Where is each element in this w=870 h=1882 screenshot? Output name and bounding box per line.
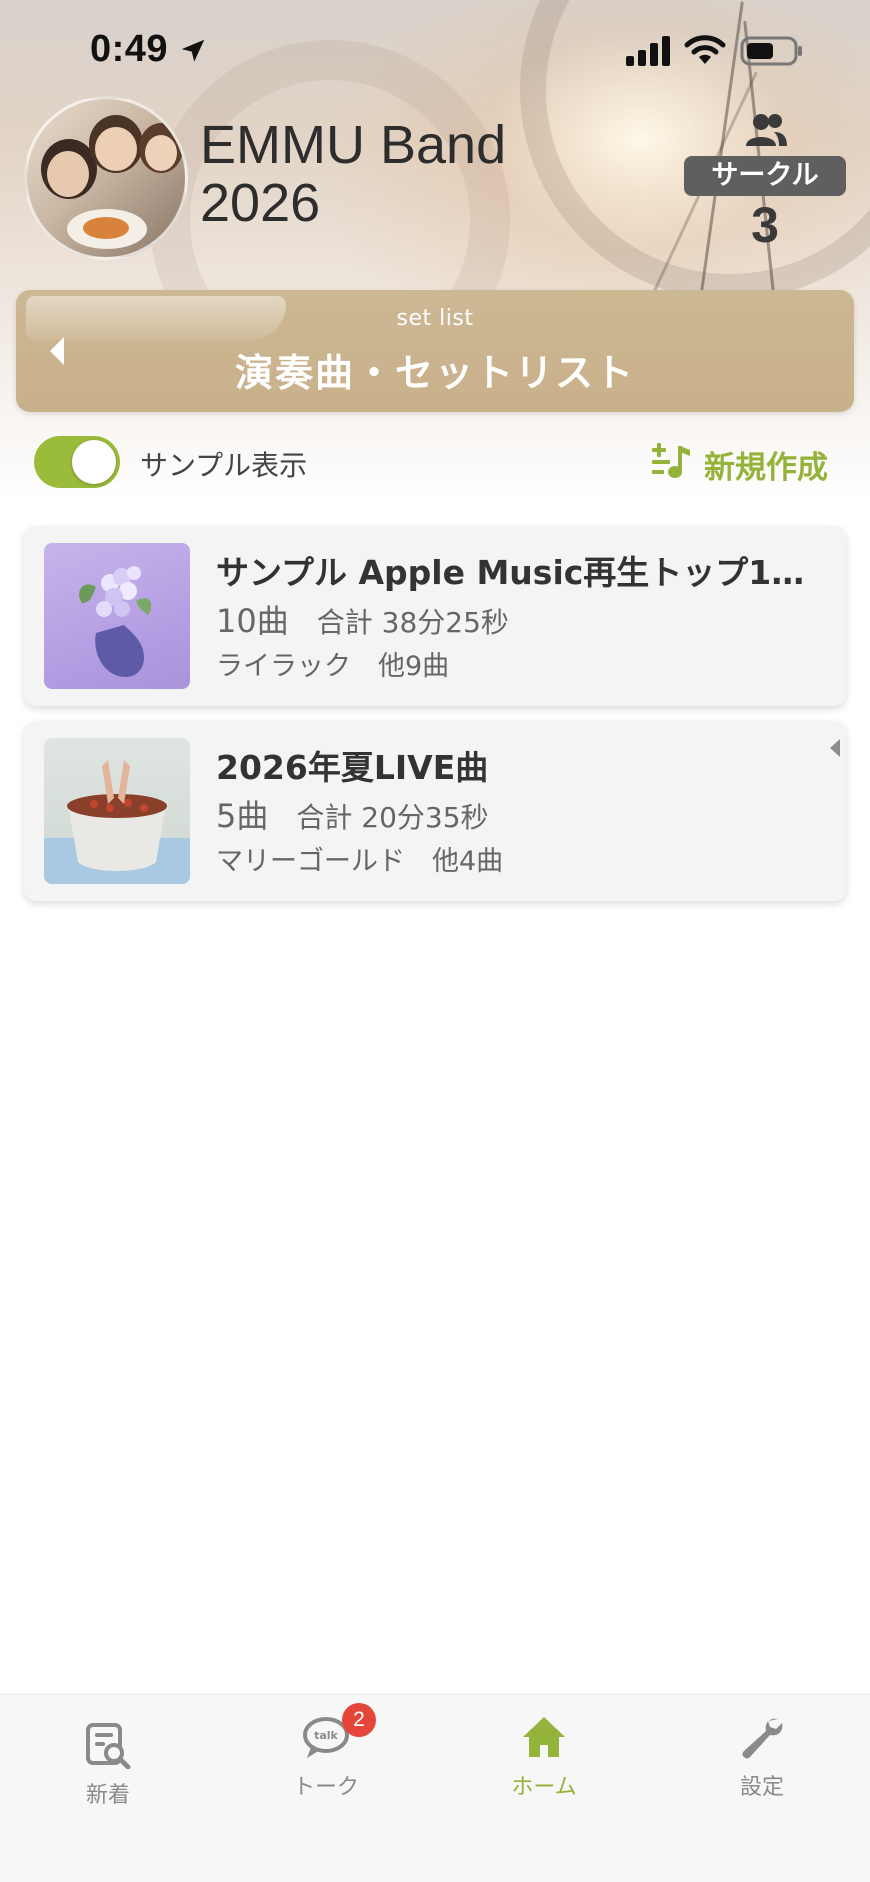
member-count: 3 (751, 197, 779, 253)
wrench-icon (742, 1718, 783, 1759)
tab-talk[interactable]: talk 2 トーク (246, 1703, 406, 1813)
total-duration: 合計 38分25秒 (316, 606, 509, 639)
banner-title: 演奏曲・セットリスト (234, 351, 635, 395)
status-time: 0:49 (90, 28, 169, 70)
setlist-meta: 10曲 合計 38分25秒 (216, 596, 509, 642)
tab-news[interactable]: 新着 (28, 1721, 188, 1821)
wifi-icon (684, 35, 726, 64)
tab-home[interactable]: ホーム (464, 1713, 624, 1813)
band-avatar[interactable] (24, 96, 188, 260)
news-search-icon (86, 1723, 131, 1769)
album-artwork (44, 738, 190, 884)
tab-settings-label: 設定 (739, 1775, 784, 1800)
swipe-arrow-icon[interactable] (828, 737, 842, 759)
setlist-meta: 5曲 合計 20分35秒 (216, 791, 489, 837)
home-icon (523, 1717, 565, 1757)
location-arrow-icon (181, 39, 205, 62)
album-artwork (44, 543, 190, 689)
setlist-card[interactable]: 2026年夏LIVE曲 5曲 合計 20分35秒 マリーゴールド 他4曲 (24, 721, 846, 901)
new-setlist-button[interactable]: 新規作成 (650, 436, 850, 488)
band-name: EMMU Band 2026 (200, 115, 507, 233)
setlist-card[interactable]: サンプル Apple Music再生トップ1… 10曲 合計 38分25秒 ライラ… (24, 526, 846, 706)
tab-talk-label: トーク (292, 1775, 359, 1800)
new-setlist-label: 新規作成 (704, 450, 828, 486)
sample-toggle-label: サンプル表示 (140, 449, 308, 482)
battery-icon (740, 36, 802, 66)
members-icon[interactable] (744, 112, 788, 148)
tab-news-label: 新着 (85, 1783, 130, 1808)
playlist-add-icon (652, 443, 690, 478)
cellular-signal-icon (626, 36, 670, 66)
status-bar: 0:49 (0, 24, 870, 80)
tab-bar: 新着 talk 2 トーク ホーム 設定 (0, 1694, 870, 1882)
tab-settings[interactable]: 設定 (682, 1713, 842, 1813)
sample-toggle[interactable] (34, 436, 120, 488)
setlist-banner[interactable]: set list 演奏曲・セットリスト (16, 290, 854, 412)
svg-text:talk: talk (314, 1729, 338, 1742)
setlist-songs: マリーゴールド 他4曲 (216, 846, 504, 877)
toggle-knob (72, 440, 116, 484)
song-count: 10曲 (216, 602, 289, 640)
setlist-title: サンプル Apple Music再生トップ1… (216, 553, 805, 592)
tab-home-label: ホーム (511, 1775, 577, 1800)
setlist-songs: ライラック 他9曲 (216, 651, 450, 682)
banner-subtitle: set list (396, 306, 474, 331)
total-duration: 合計 20分35秒 (296, 801, 489, 834)
circle-badge[interactable]: サークル (684, 156, 846, 196)
song-count: 5曲 (216, 797, 269, 835)
setlist-title: 2026年夏LIVE曲 (216, 748, 489, 787)
unread-badge: 2 (342, 1703, 376, 1737)
